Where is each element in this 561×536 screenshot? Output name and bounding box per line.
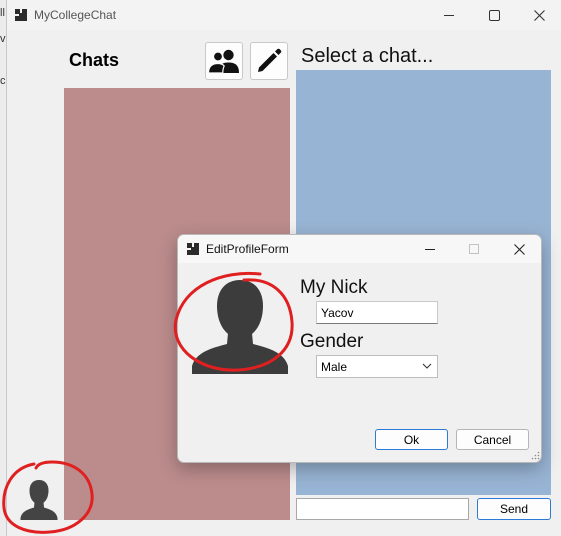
background-window-text: c xyxy=(0,75,6,87)
chat-header-title: Select a chat... xyxy=(301,45,434,67)
send-button[interactable]: Send xyxy=(477,498,551,520)
background-window-text: v xyxy=(0,33,6,45)
minimize-icon xyxy=(444,15,454,16)
dialog-maximize-button[interactable] xyxy=(454,235,494,263)
dialog-titlebar[interactable]: EditProfileForm xyxy=(178,235,541,263)
close-icon xyxy=(513,243,525,255)
window-title: MyCollegeChat xyxy=(34,8,117,22)
gender-selected-value: Male xyxy=(321,360,348,374)
chats-heading: Chats xyxy=(69,50,120,70)
window-titlebar[interactable]: MyCollegeChat xyxy=(7,0,561,30)
background-window-text: ll xyxy=(0,7,5,19)
resize-grip-icon[interactable] xyxy=(530,450,540,460)
dialog-close-button[interactable] xyxy=(499,235,539,263)
dialog-title: EditProfileForm xyxy=(206,242,289,256)
annotation-circle xyxy=(173,271,294,372)
dialog-minimize-button[interactable] xyxy=(410,235,450,263)
gender-label: Gender xyxy=(300,331,364,352)
maximize-icon xyxy=(469,244,479,254)
nick-label: My Nick xyxy=(300,277,368,298)
message-input[interactable] xyxy=(296,498,469,520)
minimize-icon xyxy=(425,249,435,250)
maximize-icon xyxy=(488,9,500,21)
chevron-down-icon xyxy=(422,363,432,369)
minimize-button[interactable] xyxy=(426,0,472,30)
ok-button[interactable]: Ok xyxy=(375,429,448,450)
cancel-button[interactable]: Cancel xyxy=(456,429,529,450)
people-icon xyxy=(208,49,239,74)
maximize-button[interactable] xyxy=(471,0,517,30)
app-grid-icon xyxy=(187,243,199,255)
edit-profile-button[interactable] xyxy=(250,42,288,80)
gender-select[interactable]: Male xyxy=(316,355,438,378)
pencil-icon xyxy=(258,48,282,72)
nick-input[interactable] xyxy=(316,301,438,324)
annotation-circle xyxy=(2,460,94,534)
close-button[interactable] xyxy=(516,0,561,30)
close-icon xyxy=(533,9,545,21)
app-grid-icon xyxy=(15,9,27,21)
contacts-button[interactable] xyxy=(205,42,243,80)
